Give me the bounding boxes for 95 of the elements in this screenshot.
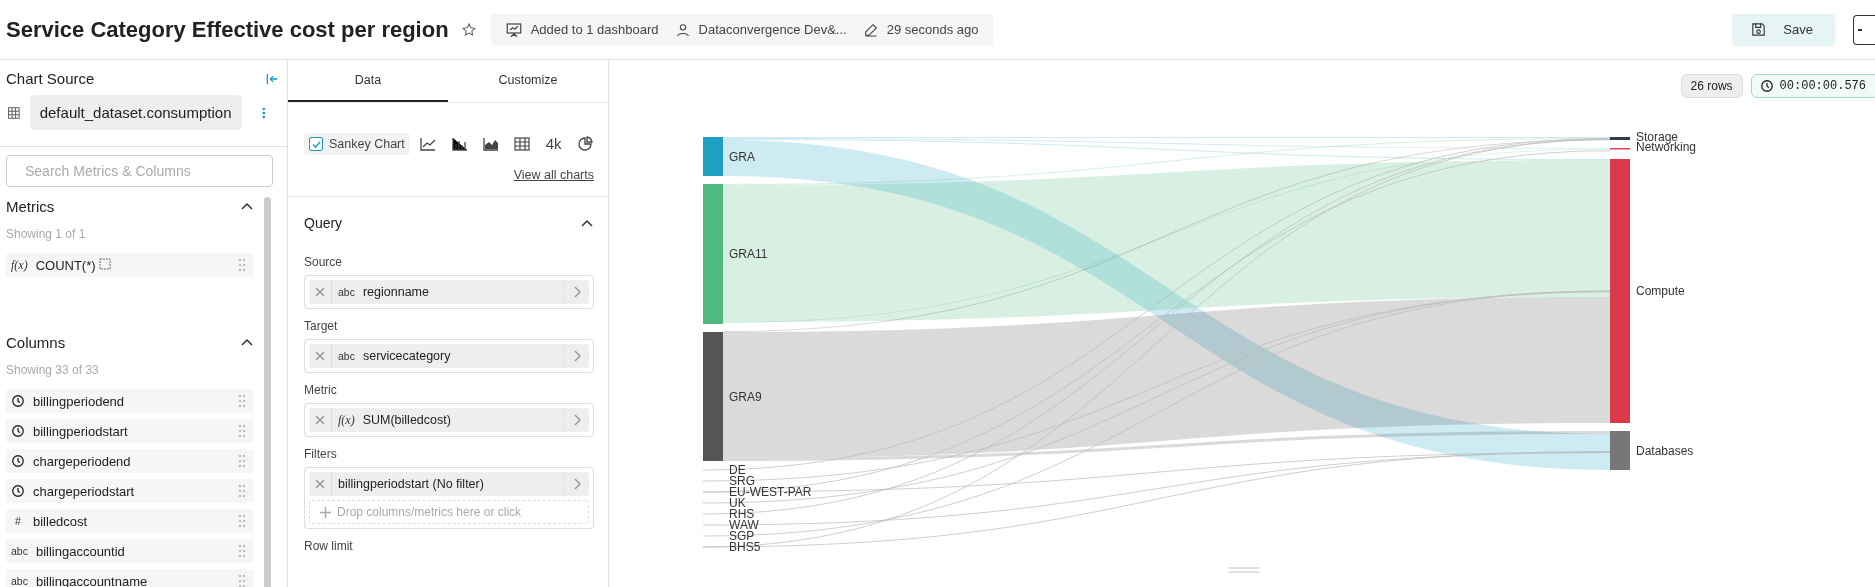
node-label: GRA11 xyxy=(729,247,768,261)
type-label: abc xyxy=(11,545,28,557)
node-label: WAW xyxy=(729,518,759,532)
node-label: RHS xyxy=(729,507,755,521)
remove-icon[interactable] xyxy=(315,415,325,425)
drag-handle-icon[interactable] xyxy=(238,424,246,438)
star-icon[interactable] xyxy=(460,21,477,38)
clock-icon xyxy=(1759,79,1774,93)
column-item[interactable]: chargeperiodstart xyxy=(6,479,254,503)
type-label: abc xyxy=(11,575,28,587)
item-count: Showing 1 of 1 xyxy=(6,227,87,241)
drag-handle-icon[interactable] xyxy=(238,514,246,528)
plus-icon xyxy=(320,506,331,518)
presentation-icon xyxy=(504,20,523,39)
more-button[interactable] xyxy=(1853,14,1875,45)
scrollbar[interactable] xyxy=(264,197,271,587)
line-chart-icon xyxy=(420,136,437,151)
node-label: DE xyxy=(729,463,746,477)
clock-icon xyxy=(11,394,25,408)
remove-icon[interactable] xyxy=(315,479,325,489)
node-label: UK xyxy=(729,496,746,510)
drag-handle-icon[interactable] xyxy=(238,574,246,587)
field-label: Target xyxy=(304,319,339,333)
area-chart-icon xyxy=(482,136,499,151)
field-chip[interactable]: billingperiodstart (No filter) xyxy=(309,472,589,496)
drag-handle-icon[interactable] xyxy=(238,484,246,498)
checkbox-icon xyxy=(309,136,323,151)
chevron-up-icon[interactable] xyxy=(240,337,254,347)
table-icon xyxy=(514,136,531,151)
section-title: Query xyxy=(304,215,343,231)
metadata-text: Dataconvergence Dev&... xyxy=(698,22,847,37)
chevron-right-icon[interactable] xyxy=(573,350,581,362)
column-item[interactable]: abc billingaccountid xyxy=(6,539,254,563)
chevron-right-icon[interactable] xyxy=(573,286,581,298)
section-title: Columns xyxy=(6,333,66,351)
chevron-right-icon[interactable] xyxy=(573,414,581,426)
type-label: abc xyxy=(338,286,355,298)
chart-type-button[interactable]: 4k xyxy=(540,131,567,156)
section-title: Metrics xyxy=(6,197,55,215)
item-count: Showing 33 of 33 xyxy=(6,363,100,377)
query-duration-badge: 00:00:00.576 xyxy=(1750,74,1875,98)
node-label: Databases xyxy=(1636,443,1694,458)
chevron-up-icon[interactable] xyxy=(240,201,254,211)
function-label: f(x) xyxy=(338,412,355,428)
chart-title: Service Category Effective cost per region xyxy=(6,16,449,43)
node-label: GRA9 xyxy=(729,389,762,404)
dataset-name[interactable]: default_dataset.consumption xyxy=(29,95,242,130)
chevron-up-icon[interactable] xyxy=(580,218,594,228)
remove-icon[interactable] xyxy=(315,351,325,361)
remove-icon[interactable] xyxy=(315,287,325,297)
pie-chart-icon xyxy=(576,135,593,152)
chevron-right-icon[interactable] xyxy=(573,478,581,490)
clock-icon xyxy=(11,424,25,438)
tab[interactable]: Customize xyxy=(448,60,608,102)
clock-icon xyxy=(11,454,25,468)
drag-handle-icon[interactable] xyxy=(238,258,246,272)
chart-type-button[interactable]: Sankey Chart xyxy=(304,132,410,155)
panel-title: Chart Source xyxy=(6,70,95,87)
dash-icon xyxy=(1858,28,1862,31)
search-field[interactable]: Search Metrics & Columns xyxy=(6,155,273,187)
field-label: Row limit xyxy=(304,539,354,553)
collapse-panel-icon[interactable] xyxy=(265,71,279,86)
save-button[interactable]: Save xyxy=(1732,13,1835,46)
view-all-charts-link[interactable]: View all charts xyxy=(288,156,608,197)
metadata-text: Added to 1 dashboard xyxy=(530,22,659,37)
type-label: abc xyxy=(338,350,355,362)
node-label: BHS5 xyxy=(729,540,761,554)
user-icon xyxy=(674,21,691,38)
drop-field[interactable]: billingperiodstart (No filter) Drop columns/metrics here or click xyxy=(304,467,594,529)
node-label: Storage xyxy=(1636,130,1679,144)
type-label: # xyxy=(14,515,22,527)
column-item[interactable]: chargeperiodend xyxy=(6,449,254,473)
column-item[interactable]: billingperiodend xyxy=(6,389,254,413)
node-label: Compute xyxy=(1636,284,1685,298)
metadata-text: 29 seconds ago xyxy=(886,22,979,37)
resize-handle-icon[interactable] xyxy=(1228,567,1260,573)
metric-item[interactable]: f(x) COUNT(*) xyxy=(6,253,254,277)
field-label: Source xyxy=(304,255,344,269)
column-item[interactable]: billingperiodstart xyxy=(6,419,254,443)
pencil-icon xyxy=(862,21,879,38)
dotted-square-icon xyxy=(99,257,112,270)
function-label: f(x) xyxy=(11,257,28,273)
drag-handle-icon[interactable] xyxy=(238,394,246,408)
column-item[interactable]: # billedcost xyxy=(6,509,254,533)
node-label: GRA xyxy=(729,149,755,164)
node-label: EU-WEST-PAR xyxy=(729,485,812,499)
field-label: Filters xyxy=(304,447,338,461)
field-label: Metric xyxy=(304,383,338,397)
row-count-badge: 26 rows xyxy=(1680,74,1743,98)
drag-handle-icon[interactable] xyxy=(238,544,246,558)
clock-icon xyxy=(11,484,25,498)
node-label: SGP xyxy=(729,529,755,543)
drag-handle-icon[interactable] xyxy=(238,454,246,468)
node-label: SRG xyxy=(729,474,755,488)
tab[interactable]: Data xyxy=(288,60,448,102)
